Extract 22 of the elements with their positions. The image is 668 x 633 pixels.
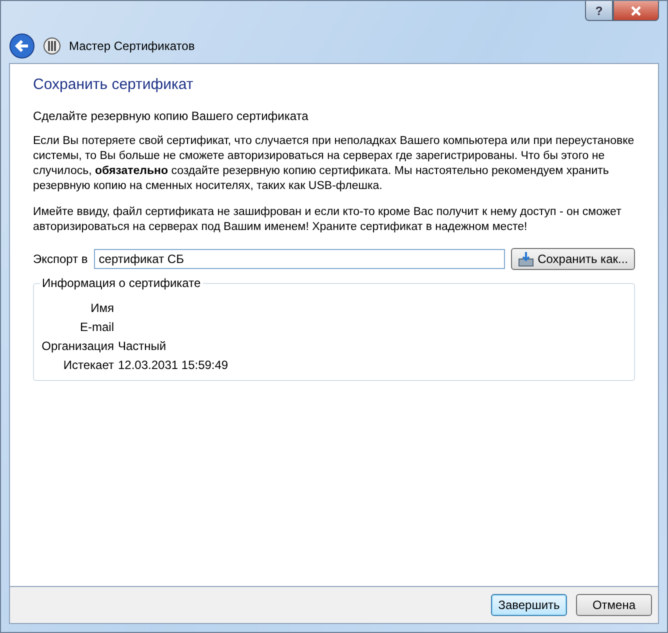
subtitle: Сделайте резервную копию Вашего сертификата <box>33 109 310 124</box>
dialog-button[interactable]: Завершить <box>491 594 567 616</box>
save-as-button[interactable]: Сохранить как... <box>510 248 635 270</box>
paragraph: Имейте ввиду, файл сертификата не зашифрован и если кто-то кроме Вас получит к нему доступ - он сможет авторизироваться на серверах под Вашим именем! Храните сертификат в надежном месте! <box>33 205 622 235</box>
close-icon <box>631 6 641 16</box>
info-label: Организация <box>40 338 114 352</box>
save-icon <box>518 251 534 267</box>
dialog-button[interactable]: Отмена <box>576 594 652 616</box>
info-value: 12.03.2031 15:59:49 <box>118 358 228 372</box>
info-label: E-mail <box>78 320 114 334</box>
info-label: Истекает <box>62 358 114 372</box>
group-title: Информация о сертификате <box>41 276 202 290</box>
info-value: Частный <box>118 338 166 352</box>
page-heading: Сохранить сертификат <box>33 76 194 93</box>
info-label: Имя <box>90 300 114 314</box>
export-field[interactable]: сертификат СБ <box>94 249 505 269</box>
close-button[interactable] <box>613 1 659 21</box>
window-title: Мастер Сертификатов <box>69 39 195 53</box>
paragraph: Если Вы потеряете свой сертификат, что случается при неполадках Вашего компьютера или при переустановке системы, то Вы больше не сможете авторизироваться на серверах где зарегистрированы. Что бы этого не случилось, обязательно создайте резервную копию сертификата. Мы настоятельно рекомендуем хранить резервную копию на сменных носителях, таких как USB-флешка. <box>33 134 635 194</box>
help-button[interactable]: ? <box>585 1 613 21</box>
app-icon <box>43 37 61 55</box>
export-label: Экспорт в <box>33 252 88 266</box>
